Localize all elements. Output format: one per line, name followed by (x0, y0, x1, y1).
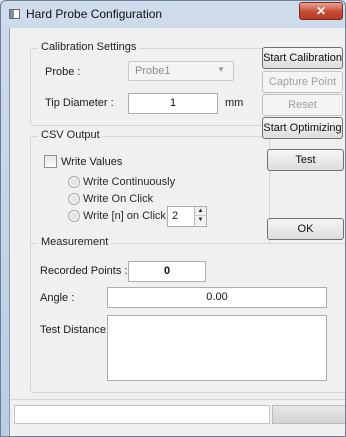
tip-diameter-unit: mm (225, 97, 244, 109)
probe-select[interactable]: Probe1 ▼ (128, 61, 234, 81)
probe-label: Probe : (45, 66, 81, 78)
test-button[interactable]: Test (267, 149, 344, 171)
test-distance-value (107, 315, 327, 381)
reset-button[interactable]: Reset (262, 94, 343, 116)
capture-point-button[interactable]: Capture Point (262, 71, 343, 93)
window-title: Hard Probe Configuration (26, 7, 163, 21)
status-text-field (14, 405, 270, 424)
write-on-click-label: Write On Click (83, 193, 154, 205)
recorded-points-value: 0 (128, 261, 206, 282)
n-value-stepper[interactable]: 2 ▲ ▼ (167, 206, 207, 227)
tip-diameter-input[interactable]: 1 (128, 93, 218, 114)
measurement-label: Measurement (38, 236, 112, 248)
status-bar (10, 399, 345, 436)
close-button[interactable]: ✕ (299, 2, 343, 20)
chevron-down-icon: ▼ (217, 65, 225, 74)
write-n-on-click-label: Write [n] on Click (83, 210, 166, 222)
write-continuously-radio[interactable] (68, 176, 80, 188)
title-bar[interactable]: Hard Probe Configuration ✕ (1, 1, 345, 27)
ok-button[interactable]: OK (267, 218, 344, 240)
write-values-checkbox[interactable] (44, 155, 57, 168)
angle-value: 0.00 (107, 287, 327, 308)
spin-up-icon[interactable]: ▲ (195, 207, 206, 216)
start-optimizing-button[interactable]: Start Optimizing (262, 117, 343, 139)
n-value: 2 (172, 210, 179, 222)
write-continuously-label: Write Continuously (83, 176, 176, 188)
angle-label: Angle : (40, 292, 75, 304)
window-app-icon (9, 9, 20, 19)
test-distance-label: Test Distance : (40, 324, 113, 336)
write-n-on-click-radio[interactable] (68, 210, 80, 222)
stepper-buttons: ▲ ▼ (194, 207, 206, 226)
recorded-points-label: Recorded Points : (40, 265, 128, 277)
probe-select-value: Probe1 (135, 65, 171, 77)
calibration-settings-group: Calibration Settings (30, 41, 270, 126)
start-calibration-button[interactable]: Start Calibration (262, 47, 343, 69)
write-values-label: Write Values (61, 156, 123, 168)
tip-diameter-label: Tip Diameter : (45, 97, 114, 109)
spin-down-icon[interactable]: ▼ (195, 216, 206, 225)
csv-output-label: CSV Output (38, 129, 103, 141)
close-icon: ✕ (315, 4, 327, 18)
dialog-window: Hard Probe Configuration ✕ Calibration S… (0, 0, 346, 437)
status-progress-bar (272, 405, 345, 424)
write-on-click-radio[interactable] (68, 193, 80, 205)
calibration-settings-label: Calibration Settings (38, 41, 140, 53)
dialog-client-area: Calibration Settings Probe : Probe1 ▼ Ti… (9, 28, 345, 436)
